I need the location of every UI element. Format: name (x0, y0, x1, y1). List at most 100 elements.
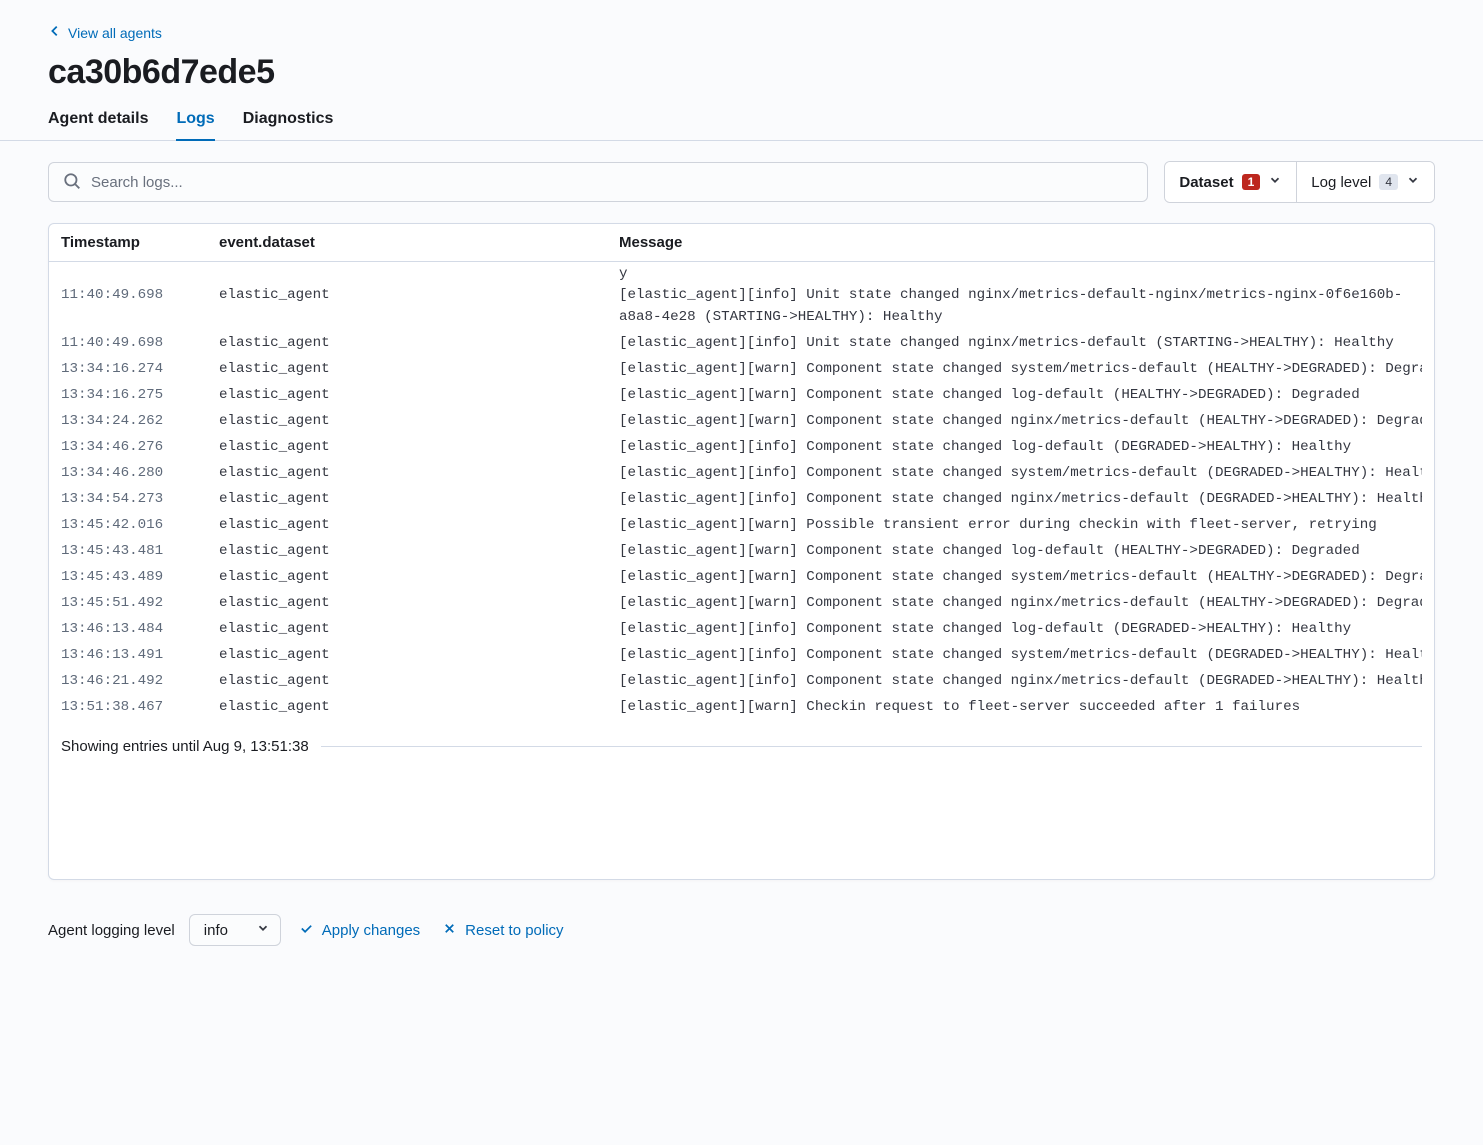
divider-line (321, 746, 1422, 747)
log-timestamp: 11:40:49.698 (61, 284, 219, 328)
log-message: [elastic_agent][warn] Component state ch… (619, 592, 1422, 614)
log-row[interactable]: 13:45:43.489elastic_agent[elastic_agent]… (49, 564, 1434, 590)
log-timestamp: 13:45:43.489 (61, 566, 219, 588)
log-row[interactable]: 13:45:42.016elastic_agent[elastic_agent]… (49, 512, 1434, 538)
log-timestamp: 13:46:13.484 (61, 618, 219, 640)
log-dataset: elastic_agent (219, 436, 619, 458)
tabs: Agent details Logs Diagnostics (0, 110, 1483, 141)
log-row[interactable]: 13:34:54.273elastic_agent[elastic_agent]… (49, 486, 1434, 512)
log-spacer (49, 761, 1434, 871)
apply-changes-label: Apply changes (322, 922, 420, 939)
log-row[interactable]: 13:34:16.274elastic_agent[elastic_agent]… (49, 356, 1434, 382)
log-dataset: elastic_agent (219, 696, 619, 718)
log-dataset: elastic_agent (219, 540, 619, 562)
log-timestamp: 13:45:43.481 (61, 540, 219, 562)
log-row[interactable]: 13:46:13.484elastic_agent[elastic_agent]… (49, 616, 1434, 642)
log-message: [elastic_agent][warn] Component state ch… (619, 358, 1422, 380)
log-message: [elastic_agent][info] Component state ch… (619, 644, 1422, 666)
log-row[interactable]: 11:40:49.698elastic_agent[elastic_agent]… (49, 282, 1434, 330)
search-logs-field[interactable] (48, 162, 1148, 202)
log-body[interactable]: y 11:40:49.698elastic_agent[elastic_agen… (49, 262, 1434, 879)
log-message: [elastic_agent][info] Component state ch… (619, 618, 1422, 640)
log-row[interactable]: 13:46:21.492elastic_agent[elastic_agent]… (49, 668, 1434, 694)
log-message: [elastic_agent][warn] Checkin request to… (619, 696, 1422, 718)
log-row[interactable]: 13:34:46.276elastic_agent[elastic_agent]… (49, 434, 1434, 460)
loglevel-filter[interactable]: Log level 4 (1296, 162, 1434, 202)
check-icon (299, 921, 314, 940)
loglevel-filter-count: 4 (1379, 174, 1398, 190)
log-timestamp: 13:45:42.016 (61, 514, 219, 536)
log-row[interactable]: 13:45:43.481elastic_agent[elastic_agent]… (49, 538, 1434, 564)
log-timestamp: 13:45:51.492 (61, 592, 219, 614)
log-timestamp: 13:34:46.276 (61, 436, 219, 458)
search-input[interactable] (91, 174, 1133, 191)
close-icon (442, 921, 457, 940)
logging-level-label: Agent logging level (48, 922, 175, 939)
search-icon (63, 172, 81, 193)
log-message: [elastic_agent][warn] Component state ch… (619, 384, 1422, 406)
tab-logs[interactable]: Logs (176, 110, 214, 140)
log-row[interactable]: 13:34:46.280elastic_agent[elastic_agent]… (49, 460, 1434, 486)
log-timestamp: 13:46:13.491 (61, 644, 219, 666)
log-row[interactable]: 13:34:16.275elastic_agent[elastic_agent]… (49, 382, 1434, 408)
log-table-header: Timestamp event.dataset Message (49, 224, 1434, 262)
log-timestamp: 13:34:16.274 (61, 358, 219, 380)
log-dataset: elastic_agent (219, 358, 619, 380)
footer-row: Agent logging level info Apply changes R… (48, 914, 1435, 946)
log-timestamp: 13:46:21.492 (61, 670, 219, 692)
back-link-label: View all agents (68, 25, 162, 41)
log-dataset: elastic_agent (219, 592, 619, 614)
dataset-filter-count: 1 (1242, 174, 1261, 190)
log-row[interactable]: 11:40:49.698elastic_agent[elastic_agent]… (49, 330, 1434, 356)
divider-text: Showing entries until Aug 9, 13:51:38 (61, 738, 309, 755)
log-message: [elastic_agent][info] Unit state changed… (619, 332, 1422, 354)
log-dataset: elastic_agent (219, 332, 619, 354)
chevron-down-icon (256, 921, 270, 939)
loglevel-filter-label: Log level (1311, 174, 1371, 191)
log-message: [elastic_agent][warn] Component state ch… (619, 410, 1422, 432)
log-message: [elastic_agent][info] Component state ch… (619, 488, 1422, 510)
log-message: [elastic_agent][info] Component state ch… (619, 670, 1422, 692)
log-row[interactable]: 13:34:24.262elastic_agent[elastic_agent]… (49, 408, 1434, 434)
log-dataset: elastic_agent (219, 566, 619, 588)
log-message: [elastic_agent][info] Unit state changed… (619, 284, 1422, 328)
log-row[interactable]: 13:46:13.491elastic_agent[elastic_agent]… (49, 642, 1434, 668)
reset-to-policy-label: Reset to policy (465, 922, 563, 939)
reset-to-policy-button[interactable]: Reset to policy (438, 915, 567, 946)
log-message: [elastic_agent][warn] Component state ch… (619, 566, 1422, 588)
chevron-down-icon (1406, 173, 1420, 191)
chevron-down-icon (1268, 173, 1282, 191)
logging-level-select[interactable]: info (189, 914, 281, 946)
col-dataset: event.dataset (219, 234, 619, 251)
log-dataset: elastic_agent (219, 384, 619, 406)
page-title: ca30b6d7ede5 (48, 53, 1435, 92)
tab-agent-details[interactable]: Agent details (48, 110, 148, 140)
log-panel: Timestamp event.dataset Message y 11:40:… (48, 223, 1435, 880)
log-row[interactable]: 13:45:51.492elastic_agent[elastic_agent]… (49, 590, 1434, 616)
log-dataset: elastic_agent (219, 284, 619, 328)
log-timestamp: 13:34:46.280 (61, 462, 219, 484)
log-dataset: elastic_agent (219, 462, 619, 484)
log-dataset: elastic_agent (219, 514, 619, 536)
log-dataset: elastic_agent (219, 670, 619, 692)
log-timestamp: 13:51:38.467 (61, 696, 219, 718)
log-row[interactable]: 13:51:38.467elastic_agent[elastic_agent]… (49, 694, 1434, 720)
log-dataset: elastic_agent (219, 488, 619, 510)
col-message: Message (619, 234, 1422, 251)
log-message: [elastic_agent][info] Component state ch… (619, 436, 1422, 458)
dataset-filter[interactable]: Dataset 1 (1165, 162, 1296, 202)
logging-level-value: info (204, 922, 228, 939)
log-orphan-row: y (49, 266, 1434, 282)
log-dataset: elastic_agent (219, 618, 619, 640)
log-message: [elastic_agent][info] Component state ch… (619, 462, 1422, 484)
dataset-filter-label: Dataset (1179, 174, 1233, 191)
apply-changes-button[interactable]: Apply changes (295, 915, 424, 946)
tab-diagnostics[interactable]: Diagnostics (243, 110, 334, 140)
log-stream-divider: Showing entries until Aug 9, 13:51:38 (49, 720, 1434, 761)
log-orphan-text: y (619, 266, 1422, 282)
col-timestamp: Timestamp (61, 234, 219, 251)
log-message: [elastic_agent][warn] Component state ch… (619, 540, 1422, 562)
log-timestamp: 13:34:16.275 (61, 384, 219, 406)
chevron-left-icon (48, 24, 62, 41)
back-to-agents-link[interactable]: View all agents (48, 24, 162, 41)
